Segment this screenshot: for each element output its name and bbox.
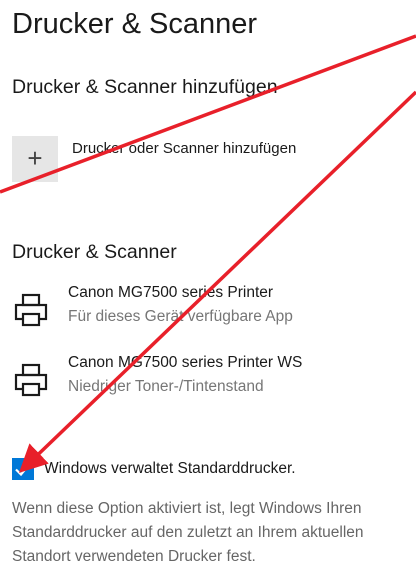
annotation-line xyxy=(0,34,416,194)
devices-section-heading: Drucker & Scanner xyxy=(12,241,177,263)
default-printer-label[interactable]: Windows verwaltet Standarddrucker. xyxy=(44,460,296,478)
description-line: Wenn diese Option aktiviert ist, legt Wi… xyxy=(12,500,362,517)
default-printer-checkbox[interactable] xyxy=(12,458,34,480)
description-line: Standarddrucker auf den zuletzt an Ihrem… xyxy=(12,524,364,541)
add-printer-button[interactable]: + xyxy=(12,136,58,182)
page-title: Drucker & Scanner xyxy=(12,8,257,40)
printer-icon xyxy=(14,293,48,327)
description-line: Standort verwendeten Drucker fest. xyxy=(12,548,256,565)
printer-name: Canon MG7500 series Printer xyxy=(68,284,274,301)
printer-status: Niedriger Toner-/Tintenstand xyxy=(68,378,264,395)
plus-icon: + xyxy=(27,143,43,173)
add-printer-label[interactable]: Drucker oder Scanner hinzufügen xyxy=(72,140,296,157)
printer-name: Canon MG7500 series Printer WS xyxy=(68,354,303,371)
printer-item[interactable]: Canon MG7500 series Printer Für dieses G… xyxy=(0,284,416,336)
printer-item[interactable]: Canon MG7500 series Printer WS Niedriger… xyxy=(0,354,416,406)
settings-page: Drucker & Scanner Drucker & Scanner hinz… xyxy=(0,0,416,565)
printer-icon xyxy=(14,363,48,397)
printer-status: Für dieses Gerät verfügbare App xyxy=(68,308,293,325)
checkmark-icon xyxy=(15,462,31,477)
default-printer-description: Wenn diese Option aktiviert ist, legt Wi… xyxy=(12,497,416,565)
add-section-heading: Drucker & Scanner hinzufügen xyxy=(12,76,278,98)
